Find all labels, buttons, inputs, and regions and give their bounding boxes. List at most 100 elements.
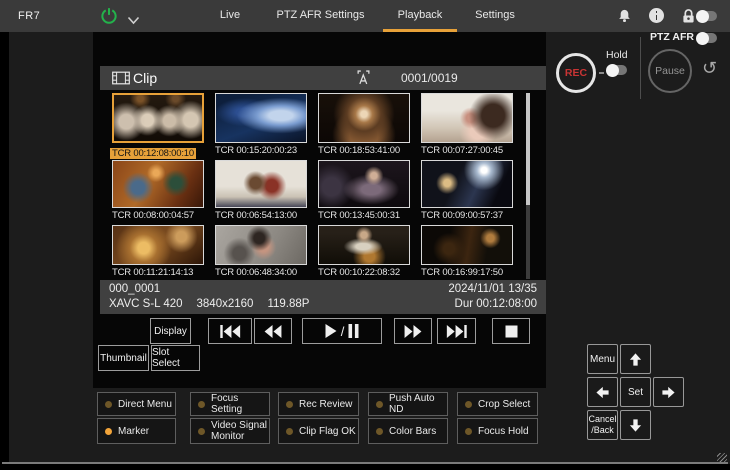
next-clip-button[interactable] [437,318,476,344]
assignable-key-video-signal-monitor[interactable]: Video Signal Monitor [190,418,270,444]
arrow-left-icon [595,385,610,400]
lock-toggle[interactable] [697,11,717,21]
clip-timecode-12: TCR 00:16:99:17:50 [421,267,513,278]
controls-divider [640,37,641,99]
clip-image-11 [318,225,410,265]
arrow-up-button[interactable] [620,344,651,374]
clip-image-8 [421,160,513,208]
assignable-key-clip-flag-ok[interactable]: Clip Flag OK [278,418,359,444]
stop-button[interactable] [492,318,530,344]
rewind-button[interactable] [254,318,292,344]
clip-image-3 [318,93,410,143]
clip-image-9 [112,225,204,265]
status-dot [376,428,383,435]
clip-datetime: 2024/11/01 13/35 [448,282,537,297]
cancel-back-button[interactable]: Cancel /Back [587,410,618,440]
tab-live[interactable]: Live [205,0,255,32]
assignable-key-marker[interactable]: Marker [97,418,176,444]
info-icon[interactable] [649,8,664,23]
tab-settings[interactable]: Settings [465,0,525,32]
arrow-left-button[interactable] [587,377,618,407]
assignable-key-push-auto-nd[interactable]: Push Auto ND [368,392,448,416]
clip-thumbnail-6[interactable]: TCR 00:06:54:13:00 [215,160,307,221]
film-strip-icon [112,71,130,90]
pause-icon [348,324,359,338]
clip-timecode-6: TCR 00:06:54:13:00 [215,210,307,221]
top-bar: FR7 Live PTZ AFR Settings Playback Setti… [0,0,730,32]
clip-image-6 [215,160,307,208]
clip-image-5 [112,160,204,208]
clip-grid-scrollbar[interactable] [526,93,530,279]
display-button[interactable]: Display [150,318,191,344]
clip-thumbnail-2[interactable]: TCR 00:15:20:00:23 [215,93,307,156]
play-icon [325,324,337,338]
clip-thumbnail-1[interactable]: TCR 00:12:08:00:10 [112,93,204,161]
tab-playback[interactable]: Playback [383,0,457,32]
set-button[interactable]: Set [620,377,651,407]
resize-grip[interactable] [717,453,727,462]
clip-timecode-4: TCR 00:07:27:00:45 [421,145,513,156]
status-dot [198,401,205,408]
lock-icon[interactable] [680,7,697,25]
clip-thumbnail-9[interactable]: TCR 00:11:21:14:13 [112,225,204,278]
clip-image-12 [421,225,513,265]
clip-duration: Dur 00:12:08:00 [448,297,537,312]
status-dot [286,428,293,435]
assignable-key-focus-hold[interactable]: Focus Hold [457,418,538,444]
fast-forward-icon [403,325,423,338]
sort-by-name-icon[interactable] [357,70,370,90]
scrollbar-thumb[interactable] [526,93,530,205]
slot-select-button[interactable]: Slot Select [151,345,200,371]
clip-thumbnail-8[interactable]: TCR 00:09:00:57:37 [421,160,513,221]
window-frame [0,464,730,470]
ptz-pause-button[interactable]: Pause [648,49,692,93]
clip-thumbnail-10[interactable]: TCR 00:06:48:34:00 [215,225,307,278]
fast-forward-button[interactable] [394,318,432,344]
clip-timecode-11: TCR 00:10:22:08:32 [318,267,410,278]
arrow-down-button[interactable] [620,410,651,440]
clip-thumbnail-3[interactable]: TCR 00:18:53:41:00 [318,93,410,156]
assignable-key-focus-setting[interactable]: Focus Setting [190,392,270,416]
status-dot [376,401,383,408]
clip-timecode-5: TCR 00:08:00:04:57 [112,210,204,221]
clip-thumbnail-7[interactable]: TCR 00:13:45:00:31 [318,160,410,221]
clip-timecode-2: TCR 00:15:20:00:23 [215,145,307,156]
play-pause-button[interactable]: / [302,318,382,344]
arrow-down-icon [628,418,643,433]
previous-clip-button[interactable] [208,318,252,344]
chevron-down-icon[interactable] [127,12,140,21]
clip-thumbnail-11[interactable]: TCR 00:10:22:08:32 [318,225,410,278]
skip-forward-icon [445,325,468,338]
stop-icon [505,325,518,338]
power-icon[interactable] [100,7,118,25]
assignable-key-direct-menu[interactable]: Direct Menu [97,392,176,416]
clip-info-bar: 000_0001 XAVC S-L 4203840x2160119.88P 20… [100,280,546,314]
clip-thumbnail-12[interactable]: TCR 00:16:99:17:50 [421,225,513,278]
thumbnail-button[interactable]: Thumbnail [98,345,149,371]
assignable-key-color-bars[interactable]: Color Bars [368,418,448,444]
clip-timecode-1: TCR 00:12:08:00:10 [110,148,196,159]
play-pause-separator: / [341,324,345,339]
ptz-reset-rotate-icon[interactable]: ↺ [702,59,717,77]
fr7-remote-ui: FR7 Live PTZ AFR Settings Playback Setti… [0,0,730,470]
assignable-key-crop-select[interactable]: Crop Select [457,392,538,416]
clip-thumbnail-4[interactable]: TCR 00:07:27:00:45 [421,93,513,156]
tab-ptz-afr-settings[interactable]: PTZ AFR Settings [268,0,373,32]
arrow-right-icon [661,385,676,400]
bell-icon[interactable] [616,7,633,25]
arrow-up-icon [628,352,643,367]
ptz-afr-toggle[interactable] [697,33,717,43]
clip-timecode-9: TCR 00:11:21:14:13 [112,267,204,278]
clip-timecode-8: TCR 00:09:00:57:37 [421,210,513,221]
skip-back-icon [219,325,242,338]
clip-timecode-3: TCR 00:18:53:41:00 [318,145,410,156]
clip-timecode-7: TCR 00:13:45:00:31 [318,210,410,221]
arrow-right-button[interactable] [653,377,684,407]
window-left-edge [0,32,9,470]
rec-button[interactable]: REC [556,53,596,93]
assignable-key-rec-review[interactable]: Rec Review [278,392,359,416]
rec-hold-toggle[interactable] [607,65,627,75]
status-dot [105,401,112,408]
menu-button[interactable]: Menu [587,344,618,374]
clip-thumbnail-5[interactable]: TCR 00:08:00:04:57 [112,160,204,221]
